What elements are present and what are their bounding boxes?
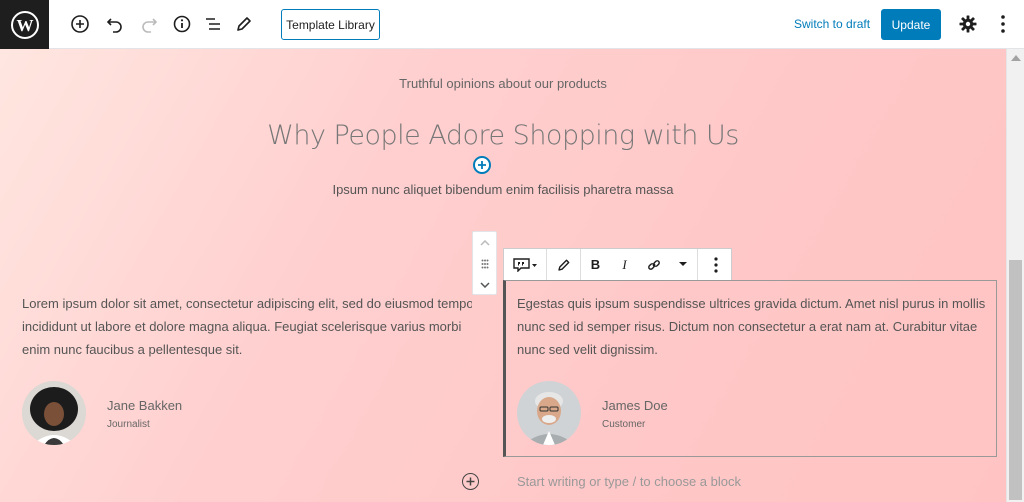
drag-handle-icon[interactable]: [473, 253, 496, 274]
pencil-icon[interactable]: [547, 249, 580, 280]
italic-button[interactable]: I: [610, 249, 639, 280]
block-toolbar: B I: [503, 248, 732, 281]
append-block-icon[interactable]: [462, 473, 479, 490]
switch-to-draft-button[interactable]: Switch to draft: [794, 17, 870, 31]
scroll-thumb[interactable]: [1009, 260, 1022, 500]
block-options-icon[interactable]: [698, 249, 734, 280]
person-name-jane[interactable]: Jane Bakken: [107, 398, 182, 413]
person-role-jane[interactable]: Journalist: [107, 419, 150, 430]
template-library-button[interactable]: Template Library: [281, 9, 380, 40]
wordpress-icon[interactable]: W: [0, 0, 49, 49]
options-group: [698, 249, 734, 280]
avatar-james: [517, 381, 581, 445]
text-line: nunc sed id semper risus. Dictum non con…: [517, 319, 978, 334]
scroll-up-arrow-icon[interactable]: [1011, 55, 1021, 61]
move-down-icon[interactable]: [473, 274, 496, 295]
person-role-james[interactable]: Customer: [602, 419, 645, 430]
scrollbar[interactable]: [1006, 49, 1024, 502]
page-heading[interactable]: Why People Adore Shopping with Us: [0, 120, 1006, 151]
link-icon[interactable]: [639, 249, 668, 280]
subheading-text[interactable]: Ipsum nunc aliquet bibendum enim facilis…: [0, 182, 1006, 197]
style-group: [547, 249, 581, 280]
default-block-placeholder[interactable]: Start writing or type / to choose a bloc…: [517, 474, 741, 489]
bold-button[interactable]: B: [581, 249, 610, 280]
testimonial-text-left[interactable]: Lorem ipsum dolor sit amet, consectetur …: [22, 292, 472, 361]
undo-icon[interactable]: [103, 12, 127, 36]
add-block-icon[interactable]: [68, 12, 92, 36]
text-line: Egestas quis ipsum suspendisse ultrices …: [517, 296, 986, 311]
update-button[interactable]: Update: [881, 9, 941, 40]
edit-tools-icon[interactable]: [232, 12, 256, 36]
text-line: incididunt ut labore et dolore magna ali…: [22, 319, 462, 334]
text-line: Lorem ipsum dolor sit amet, consectetur …: [22, 296, 472, 311]
eyebrow-text[interactable]: Truthful opinions about our products: [0, 76, 1006, 91]
text-line: enim nunc faucibus a pellentesque sit.: [22, 342, 243, 357]
info-icon[interactable]: [170, 12, 194, 36]
block-mover: [472, 231, 497, 295]
svg-text:W: W: [16, 16, 33, 35]
format-group: B I: [581, 249, 698, 280]
move-up-icon[interactable]: [473, 232, 496, 253]
text-line: nunc sed velit dignissim.: [517, 342, 658, 357]
avatar-jane: [22, 381, 86, 445]
redo-icon[interactable]: [137, 12, 161, 36]
more-menu-icon[interactable]: [991, 12, 1015, 36]
settings-gear-icon[interactable]: [956, 12, 980, 36]
testimonial-text-right[interactable]: Egestas quis ipsum suspendisse ultrices …: [517, 292, 997, 361]
block-navigation-icon[interactable]: [201, 12, 225, 36]
person-name-james[interactable]: James Doe: [602, 398, 668, 413]
editor-header: W Template Library Switch to draft Updat…: [0, 0, 1024, 49]
quote-block-switcher-icon[interactable]: [504, 249, 546, 280]
inline-add-block-icon[interactable]: [473, 156, 491, 174]
more-formats-chevron-icon[interactable]: [668, 249, 697, 280]
editor-canvas[interactable]: Truthful opinions about our products Why…: [0, 49, 1006, 502]
block-type-group: [504, 249, 547, 280]
